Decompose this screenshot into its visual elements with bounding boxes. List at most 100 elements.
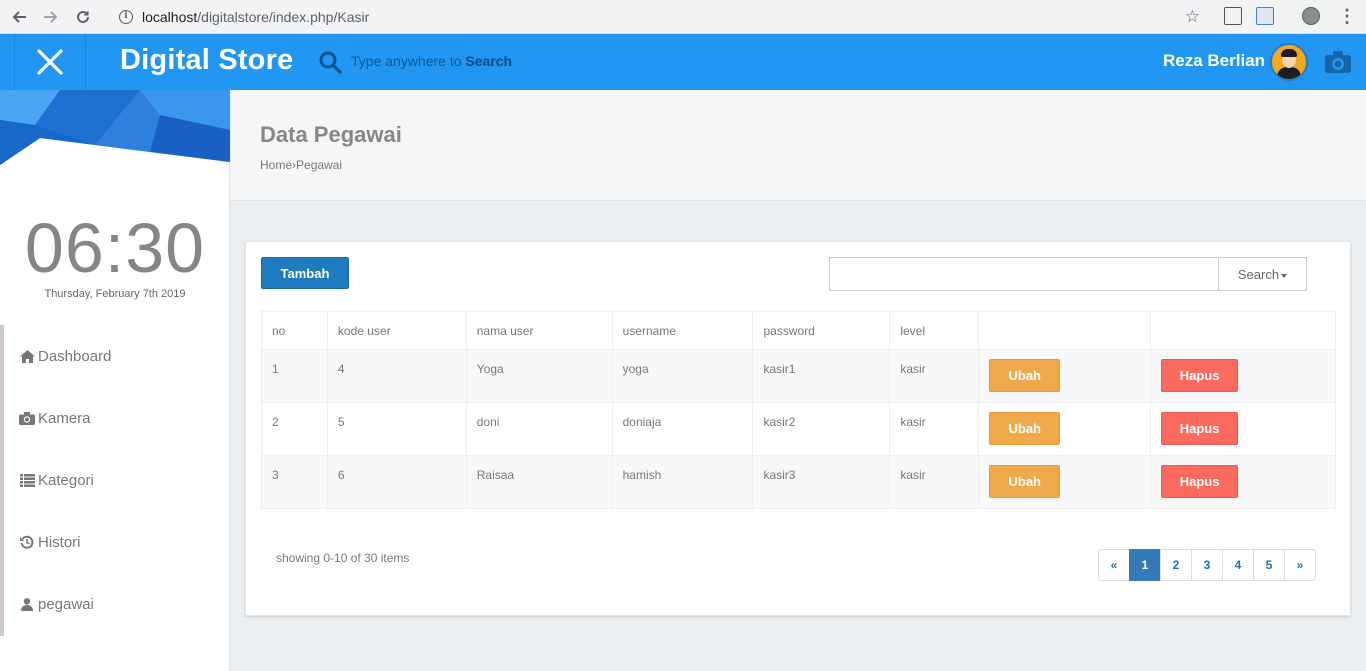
cell-edit: Ubah — [978, 455, 1152, 509]
avatar[interactable] — [1270, 43, 1308, 81]
global-search-hint[interactable]: Type anywhere to Search — [351, 53, 512, 69]
url-path: /digitalstore/index.php/Kasir — [197, 9, 370, 25]
add-button[interactable]: Tambah — [261, 257, 349, 289]
cell-delete: Hapus — [1150, 349, 1336, 403]
cell-no: 3 — [261, 455, 328, 509]
info-icon[interactable]: i — [119, 10, 133, 24]
delete-button[interactable]: Hapus — [1161, 359, 1239, 392]
cell-edit: Ubah — [978, 402, 1152, 456]
column-header: nama user — [465, 311, 613, 350]
page-link-5[interactable]: 5 — [1253, 549, 1285, 581]
employee-table: no kode user nama user username password… — [261, 311, 1336, 509]
cell-password: kasir2 — [752, 402, 891, 456]
user-icon — [19, 597, 35, 611]
column-header: password — [752, 311, 891, 350]
search-dropdown-button[interactable]: Search — [1218, 257, 1307, 291]
extension-icon[interactable] — [1256, 7, 1274, 25]
column-header: kode user — [326, 311, 467, 350]
close-sidebar-button[interactable] — [14, 34, 86, 90]
sidebar-item-histori[interactable]: Histori — [4, 511, 230, 573]
table-row: 2 5 doni doniaja kasir2 kasir Ubah Hapus — [261, 402, 1336, 456]
sidebar-item-label: Kategori — [38, 471, 94, 489]
menu-kebab-icon[interactable]: ⋮ — [1338, 6, 1356, 27]
breadcrumb-home[interactable]: Home — [260, 158, 292, 172]
pagination-summary: showing 0-10 of 30 items — [276, 551, 410, 565]
url-text: localhost/digitalstore/index.php/Kasir — [142, 9, 369, 25]
list-icon — [19, 473, 35, 487]
cell-edit: Ubah — [978, 349, 1152, 403]
table-row: 3 6 Raisaa hamish kasir3 kasir Ubah Hapu… — [261, 455, 1336, 509]
data-card: Tambah Search no kode user nama user use… — [245, 241, 1351, 616]
address-bar[interactable]: i localhost/digitalstore/index.php/Kasir… — [108, 4, 1208, 30]
cell-nama: Raisaa — [465, 455, 613, 509]
sidebar-item-label: Kamera — [38, 409, 91, 427]
sidebar-banner-graphic — [0, 90, 230, 165]
user-name[interactable]: Reza Berlian — [1163, 51, 1265, 71]
sidebar-item-label: Dashboard — [38, 347, 112, 365]
browser-toolbar: i localhost/digitalstore/index.php/Kasir… — [0, 0, 1366, 34]
edit-button[interactable]: Ubah — [989, 359, 1061, 392]
delete-button[interactable]: Hapus — [1161, 465, 1239, 498]
clock-time: 06:30 — [24, 209, 206, 287]
cell-password: kasir1 — [752, 349, 891, 403]
reload-icon[interactable] — [70, 4, 96, 30]
caret-down-icon — [1281, 273, 1288, 278]
edit-button[interactable]: Ubah — [989, 412, 1061, 445]
cell-username: yoga — [611, 349, 754, 403]
cell-username: hamish — [611, 455, 754, 509]
breadcrumb-current: Pegawai — [296, 158, 343, 172]
page-link-2[interactable]: 2 — [1160, 549, 1192, 581]
url-host: localhost — [142, 9, 198, 25]
cell-level: kasir — [889, 349, 980, 403]
camera-icon — [19, 411, 35, 425]
cell-level: kasir — [889, 455, 980, 509]
sidebar-item-kamera[interactable]: Kamera — [4, 387, 230, 449]
column-header — [1150, 311, 1336, 350]
camera-icon[interactable] — [1324, 50, 1352, 74]
brand-title: Digital Store — [120, 44, 294, 76]
column-header — [978, 311, 1152, 350]
sidebar-item-kategori[interactable]: Kategori — [4, 449, 230, 511]
cell-nama: Yoga — [465, 349, 613, 403]
page-prev[interactable]: « — [1098, 549, 1130, 581]
page-header: Data Pegawai Home›Pegawai — [231, 90, 1366, 201]
page-link-4[interactable]: 4 — [1222, 549, 1254, 581]
table-row: 1 4 Yoga yoga kasir1 kasir Ubah Hapus — [261, 349, 1336, 403]
app-header: Digital Store Type anywhere to Search Re… — [0, 34, 1366, 90]
cell-password: kasir3 — [752, 455, 891, 509]
search-input[interactable] — [829, 257, 1219, 291]
profile-icon[interactable] — [1302, 7, 1320, 25]
cell-kode: 5 — [326, 402, 467, 456]
edit-button[interactable]: Ubah — [989, 465, 1061, 498]
column-header: username — [611, 311, 754, 350]
cell-kode: 6 — [326, 455, 467, 509]
search-button-label: Search — [1237, 266, 1280, 282]
sidebar-item-dashboard[interactable]: Dashboard — [4, 325, 230, 387]
forward-arrow-icon[interactable] — [38, 4, 64, 30]
cell-no: 1 — [261, 349, 328, 403]
bookmark-star-icon[interactable]: ☆ — [1185, 7, 1200, 27]
search-icon[interactable] — [318, 50, 342, 74]
cell-no: 2 — [261, 402, 328, 456]
home-icon — [19, 349, 35, 363]
back-arrow-icon[interactable] — [6, 4, 32, 30]
cell-level: kasir — [889, 402, 980, 456]
clock-date: Thursday, February 7th 2019 — [44, 288, 186, 300]
extension-icon[interactable] — [1224, 7, 1242, 25]
page-next[interactable]: » — [1284, 549, 1316, 581]
page-link-3[interactable]: 3 — [1191, 549, 1223, 581]
table-header-row: no kode user nama user username password… — [261, 311, 1336, 350]
sidebar: 06:30 Thursday, February 7th 2019 Dashbo… — [0, 90, 230, 671]
sidebar-item-pegawai[interactable]: pegawai — [4, 573, 230, 635]
cell-nama: doni — [465, 402, 613, 456]
sidebar-menu: Dashboard Kamera Kategori Histori pegawa… — [0, 325, 230, 636]
page-link-1[interactable]: 1 — [1129, 549, 1161, 581]
cell-delete: Hapus — [1150, 455, 1336, 509]
search-hint-text: Type anywhere to — [351, 53, 466, 69]
delete-button[interactable]: Hapus — [1161, 412, 1239, 445]
history-icon — [19, 535, 35, 549]
sidebar-item-label: Histori — [38, 533, 81, 551]
cell-kode: 4 — [326, 349, 467, 403]
column-header: no — [261, 311, 328, 350]
search-hint-keyword: Search — [465, 53, 513, 69]
